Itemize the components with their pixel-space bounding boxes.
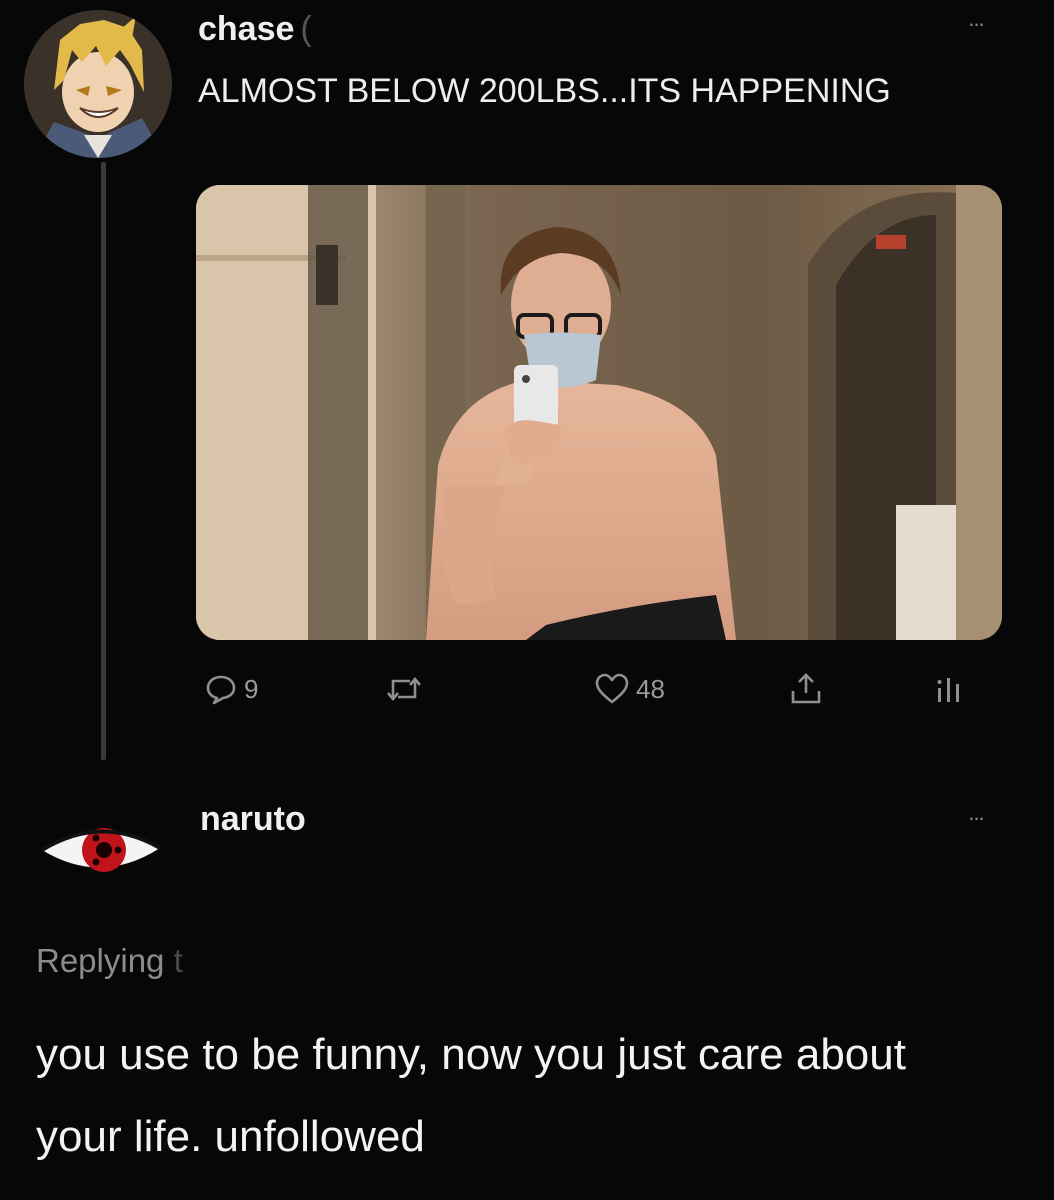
retweet-action[interactable] [384,664,430,714]
author-name[interactable]: chase [198,10,294,48]
avatar-naruto-sharingan[interactable] [36,820,166,882]
avatar-chase[interactable] [24,10,172,158]
replying-handle-stub[interactable]: t [174,942,183,979]
tweet-text: ALMOST BELOW 200LBS...ITS HAPPENING [198,72,891,110]
reply-count: 9 [244,673,259,704]
share-icon[interactable] [788,671,824,707]
like-icon[interactable] [594,672,630,706]
retweet-icon[interactable] [384,672,424,706]
replying-label: Replying [36,942,165,979]
tweet-author[interactable]: chase( [198,10,312,49]
like-count: 48 [636,673,665,704]
more-options-icon[interactable]: ... [956,6,996,31]
analytics-action[interactable] [934,664,964,714]
like-action[interactable]: 48 [594,664,665,714]
tweet-photo[interactable] [196,185,1002,640]
reply-author-name[interactable]: naruto [200,800,306,839]
share-action[interactable] [788,664,824,714]
tweet-thread: chase( ... ALMOST BELOW 200LBS...ITS HAP… [0,0,1054,1200]
tweet-actions: 9 48 [196,664,1002,714]
author-handle-stub: ( [300,10,312,48]
analytics-icon[interactable] [934,672,964,706]
reply-icon[interactable] [204,672,238,706]
reply-action[interactable]: 9 [204,664,258,714]
reply-text: you use to be funny, now you just care a… [36,1030,906,1161]
replying-to-label: Replying t [36,942,183,980]
thread-connector-line [101,162,106,760]
more-options-icon[interactable]: ... [956,800,996,825]
